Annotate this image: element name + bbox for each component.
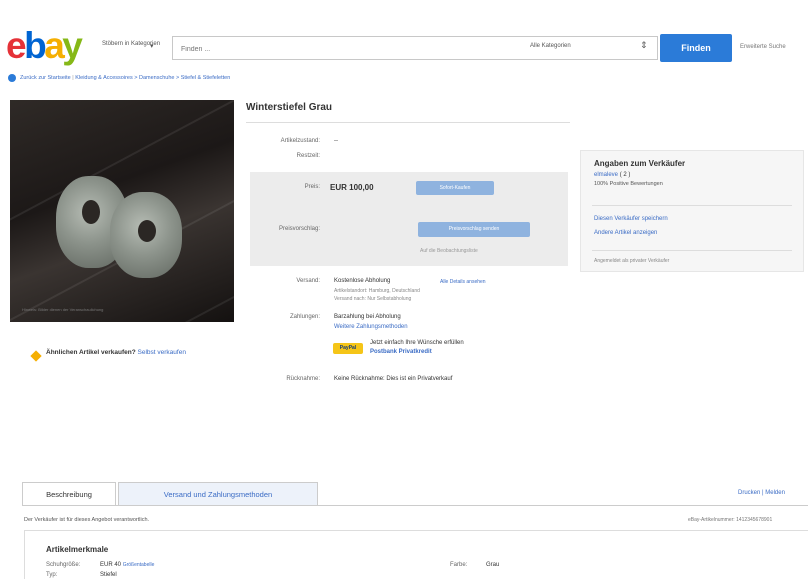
sell-similar-text: Ähnlichen Artikel verkaufen?: [46, 349, 136, 356]
type-value: Stiefel: [100, 572, 117, 578]
payment-label: Zahlungen:: [289, 314, 320, 320]
size-value-row: EUR 40 Größentabelle: [100, 562, 154, 568]
watchlist-link[interactable]: Auf die Beobachtungsliste: [420, 248, 478, 254]
condition-label: Artikelzustand:: [280, 138, 320, 144]
divider: [246, 122, 570, 123]
seller-name-link[interactable]: elmaleve: [594, 172, 618, 178]
back-arrow-icon[interactable]: [8, 74, 16, 82]
divider: [592, 250, 792, 251]
warning-icon: [30, 350, 42, 362]
print-report-links[interactable]: Drucken | Melden: [738, 490, 785, 496]
size-label: Schuhgröße:: [46, 562, 81, 568]
tab-description[interactable]: Beschreibung: [22, 482, 116, 506]
condition-value: --: [334, 138, 338, 144]
shipping-value: Kostenlose Abholung: [334, 278, 391, 284]
logo-letter: a: [44, 25, 65, 66]
size-chart-link[interactable]: Größentabelle: [123, 562, 155, 568]
item-attributes-box: [24, 530, 808, 579]
seller-name-row: elmaleve ( 2 ): [594, 172, 630, 178]
advanced-search-link[interactable]: Erweiterte Suche: [740, 44, 786, 50]
price-label: Preis:: [304, 184, 320, 190]
logo-letter: b: [24, 25, 47, 66]
paypal-text: Jetzt einfach Ihre Wünsche erfüllen: [370, 340, 464, 346]
page-title: Winterstiefel Grau: [246, 102, 333, 113]
ebay-logo[interactable]: ebay: [6, 25, 96, 66]
paypal-badge: PayPal: [333, 343, 363, 354]
offer-label: Preisvorschlag:: [278, 226, 320, 232]
chevron-down-icon[interactable]: ▾: [150, 42, 154, 50]
search-bar: [172, 36, 658, 60]
slipper-opening: [82, 200, 100, 224]
search-input[interactable]: [179, 38, 513, 60]
other-items-link[interactable]: Andere Artikel anzeigen: [594, 230, 657, 236]
price-value: EUR 100,00: [330, 183, 374, 192]
attributes-title: Artikelmerkmale: [46, 545, 109, 554]
item-location: Artikelstandort: Hamburg, Deutschland: [334, 288, 420, 294]
payment-value: Barzahlung bei Abholung: [334, 314, 401, 320]
seller-registered-note: Angemeldet als privater Verkäufer: [594, 258, 670, 264]
slipper-opening: [138, 220, 156, 242]
color-label: Farbe:: [450, 562, 468, 568]
tab-shipping-payment[interactable]: Versand und Zahlungsmethoden: [118, 482, 318, 506]
shipping-details-link[interactable]: Alle Details ansehen: [440, 279, 486, 285]
sell-similar: Ähnlichen Artikel verkaufen? Selbst verk…: [46, 348, 226, 357]
category-select[interactable]: Alle Kategorien: [530, 43, 571, 49]
ships-to: Versand nach: Nur Selbstabholung: [334, 296, 412, 302]
shipping-label: Versand:: [296, 278, 320, 284]
tab-underline: [22, 505, 808, 506]
remaining-label: Restzeit:: [296, 153, 320, 159]
breadcrumb-path[interactable]: Kleidung & Accessoires > Damenschuhe > S…: [75, 75, 230, 81]
product-image[interactable]: Hinweis: Bilder dienen der Veranschaulic…: [10, 100, 234, 322]
type-label: Typ:: [46, 572, 58, 578]
logo-letter: y: [62, 25, 83, 66]
buy-now-button[interactable]: Sofort-Kaufen: [416, 181, 494, 195]
divider: [592, 205, 792, 206]
select-arrows-icon[interactable]: ⇕: [640, 40, 648, 51]
seller-info-box: [580, 150, 804, 272]
image-caption: Hinweis: Bilder dienen der Veranschaulic…: [22, 307, 104, 312]
breadcrumb: Zurück zur Startseite | Kleidung & Acces…: [20, 75, 230, 81]
sell-similar-link[interactable]: Selbst verkaufen: [138, 349, 186, 356]
seller-title: Angaben zum Verkäufer: [594, 159, 686, 168]
returns-label: Rücknahme:: [286, 376, 320, 382]
paypal-credit-link[interactable]: Postbank Privatkredit: [370, 349, 432, 355]
seller-responsibility-text: Der Verkäufer ist für dieses Angebot ver…: [24, 517, 150, 523]
payment-more-link[interactable]: Weitere Zahlungsmethoden: [334, 324, 408, 330]
size-value: EUR 40: [100, 562, 122, 568]
make-offer-button[interactable]: Preisvorschlag senden: [418, 222, 530, 237]
color-value: Grau: [486, 562, 500, 568]
seller-positive: 100% Positive Bewertungen: [594, 181, 663, 187]
seller-rating: ( 2 ): [619, 172, 631, 178]
returns-value: Keine Rücknahme: Dies ist ein Privatverk…: [334, 376, 453, 382]
item-number: eBay-Artikelnummer: 1412345678901: [688, 517, 773, 523]
logo-letter: e: [6, 25, 27, 66]
breadcrumb-back-link[interactable]: Zurück zur Startseite: [20, 75, 71, 81]
save-seller-link[interactable]: Diesen Verkäufer speichern: [594, 216, 668, 222]
find-button[interactable]: Finden: [660, 34, 732, 62]
